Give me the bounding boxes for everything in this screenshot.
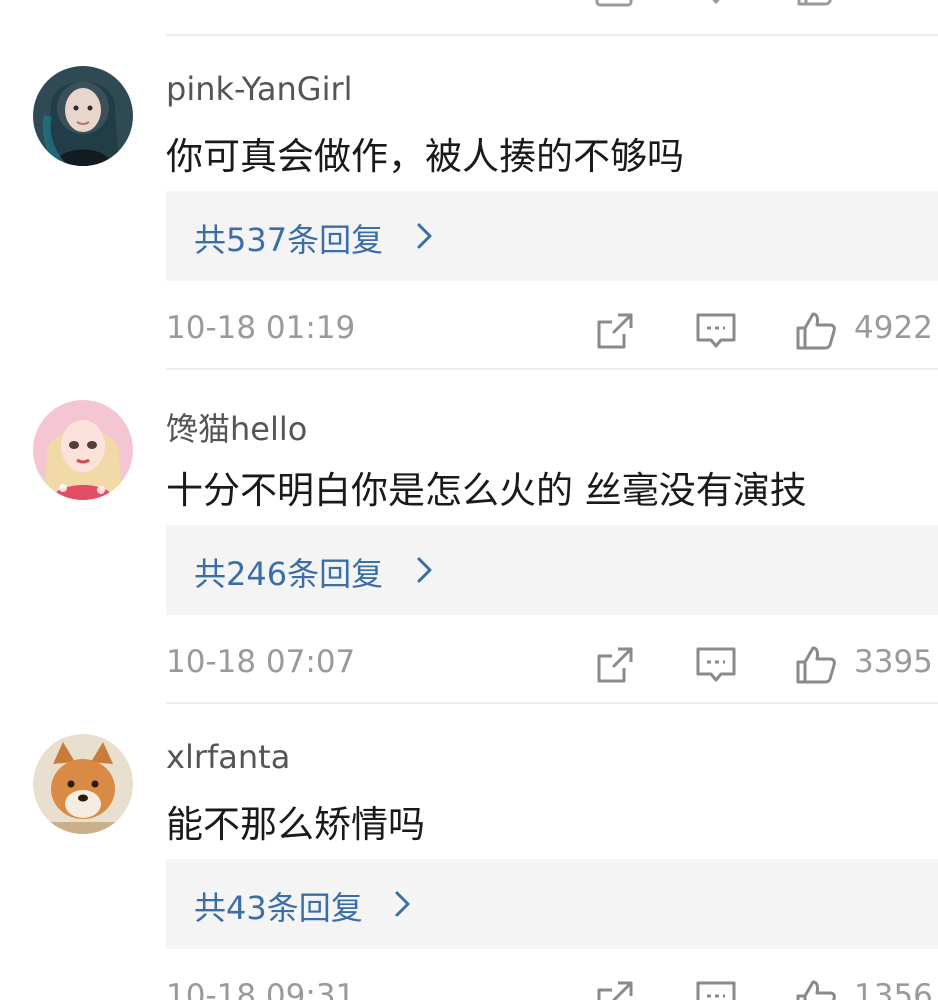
like-count: 1356 [854,978,933,1000]
comment-meta: 10-18 07:07 3395 [0,640,938,690]
previous-comment-meta [0,0,938,36]
like-icon[interactable] [795,978,837,1000]
user-avatar-icon[interactable] [33,66,133,166]
user-avatar-icon[interactable] [33,400,133,500]
like-icon[interactable] [795,644,837,686]
comment-icon[interactable] [695,978,737,1000]
like-count: 4922 [854,310,933,346]
chevron-right-icon [417,223,432,249]
comment-icon[interactable] [695,310,737,352]
comment-item: xlrfanta 能不那么矫情吗 共43条回复 10-18 09:31 1356 [0,704,938,1000]
like-count: 3395 [854,644,933,680]
like-icon[interactable] [795,310,837,352]
comment-item: 馋猫hello 十分不明白你是怎么火的 丝毫没有演技 共246条回复 10-18… [0,370,938,704]
comment-text: 十分不明白你是怎么火的 丝毫没有演技 [166,469,807,512]
username[interactable]: 馋猫hello [166,404,307,450]
replies-button[interactable]: 共43条回复 [166,859,938,949]
share-icon[interactable] [594,978,636,1000]
comment-meta: 10-18 01:19 4922 [0,306,938,356]
replies-count-label: 共246条回复 [194,555,384,593]
comment-icon[interactable] [695,0,737,8]
chevron-right-icon [395,891,410,917]
user-avatar-icon[interactable] [33,734,133,834]
replies-count-label: 共43条回复 [194,889,363,927]
share-icon[interactable] [594,310,636,352]
like-icon[interactable] [795,0,837,8]
comment-list: pink-YanGirl 你可真会做作，被人揍的不够吗 共537条回复 10-1… [0,0,938,1000]
comment-text: 你可真会做作，被人揍的不够吗 [166,135,684,178]
replies-count-label: 共537条回复 [194,221,384,259]
comment-item: pink-YanGirl 你可真会做作，被人揍的不够吗 共537条回复 10-1… [0,36,938,370]
share-icon[interactable] [594,0,636,8]
comment-meta: 10-18 09:31 1356 [0,974,938,1000]
timestamp: 10-18 01:19 [166,310,356,346]
timestamp: 10-18 09:31 [166,978,356,1000]
chevron-right-icon [417,557,432,583]
username[interactable]: pink-YanGirl [166,70,353,108]
replies-button[interactable]: 共537条回复 [166,191,938,281]
username[interactable]: xlrfanta [166,738,290,776]
replies-button[interactable]: 共246条回复 [166,525,938,615]
timestamp: 10-18 07:07 [166,644,356,680]
comment-icon[interactable] [695,644,737,686]
share-icon[interactable] [594,644,636,686]
comment-text: 能不那么矫情吗 [166,803,425,846]
